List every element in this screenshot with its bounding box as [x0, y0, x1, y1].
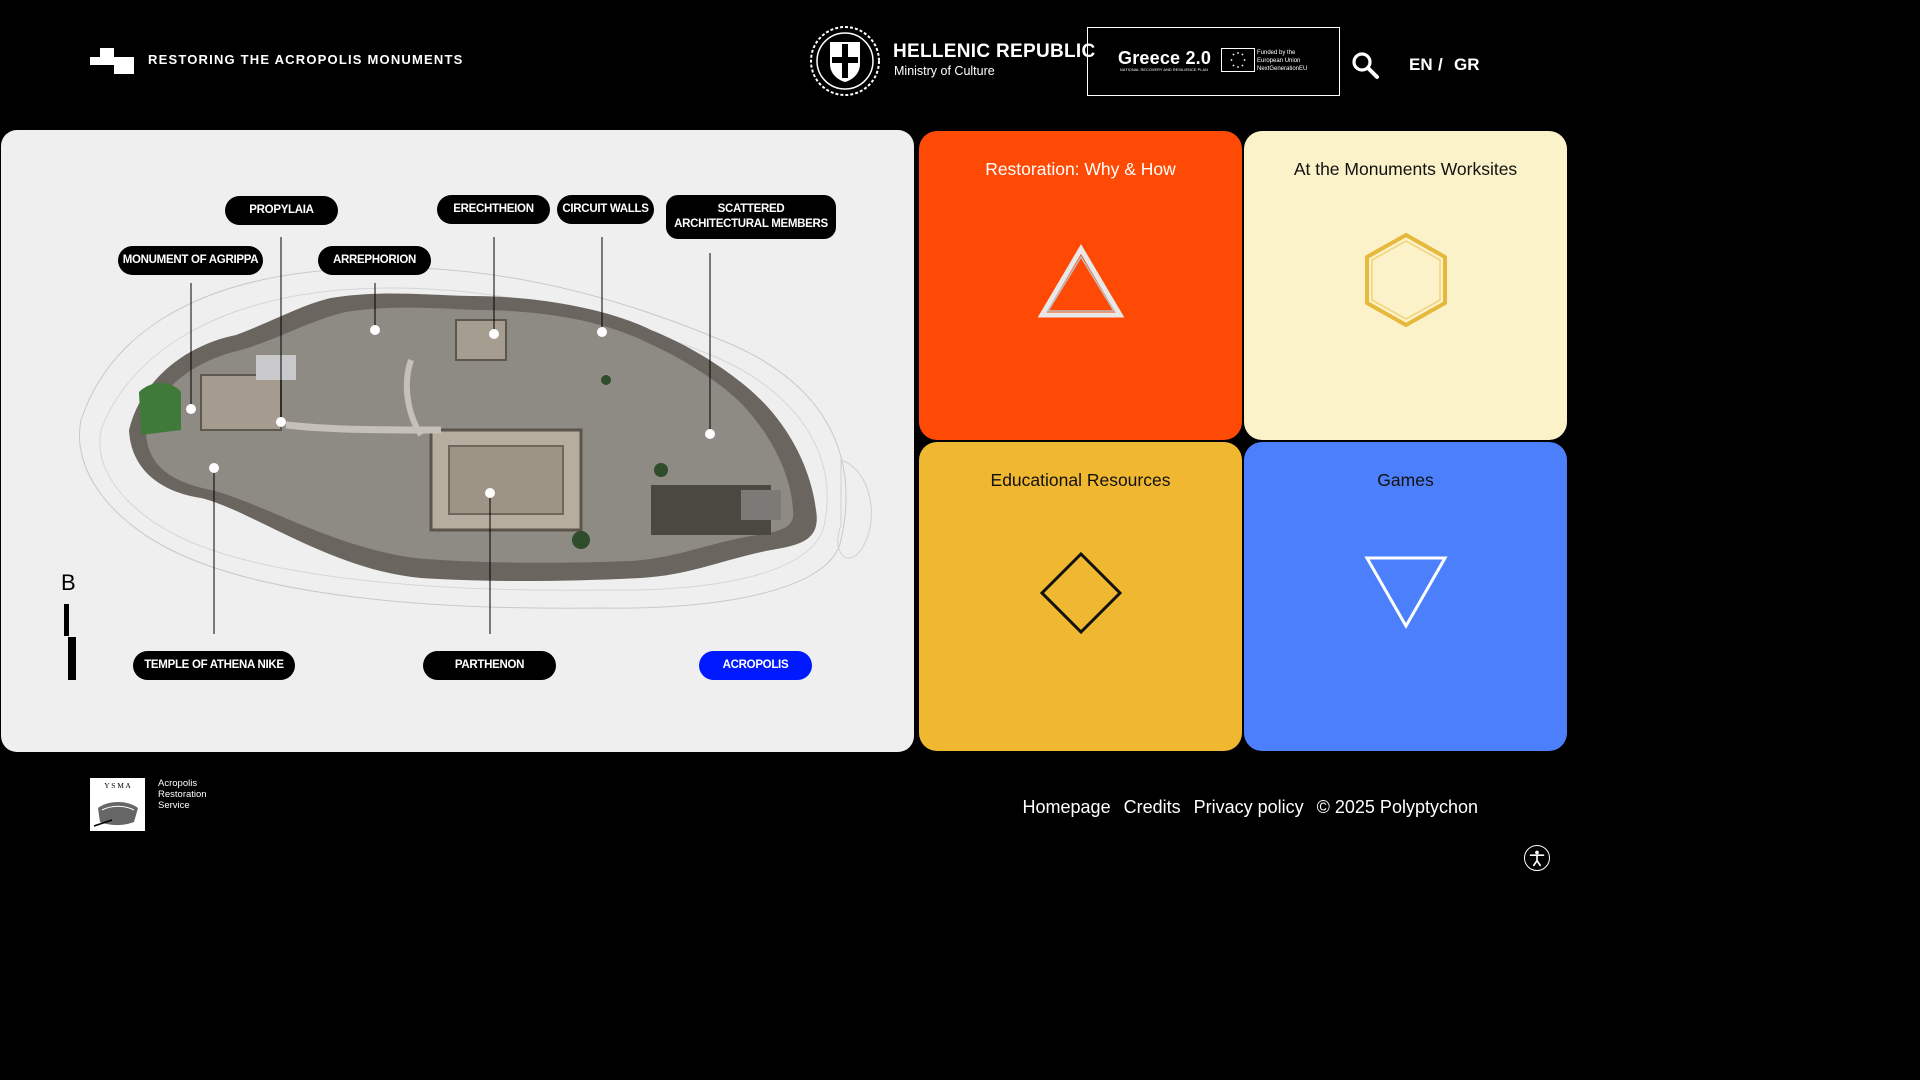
ysma-line-1: Acropolis — [158, 778, 198, 789]
tile-worksites-label: At the Monuments Worksites — [1293, 159, 1518, 179]
ysma-letters: Y S M A — [104, 781, 131, 790]
eu-line-3: NextGenerationEU — [1257, 66, 1308, 72]
triangle-up-icon — [1038, 244, 1124, 318]
tile-educational-resources[interactable]: Educational Resources — [919, 442, 1242, 751]
accessibility-icon[interactable] — [1524, 845, 1550, 871]
ysma-line-3: Service — [158, 800, 190, 811]
hotspot-circuit-walls — [597, 327, 607, 337]
ministry-title: HELLENIC REPUBLIC — [893, 41, 1096, 62]
footer-link-credits[interactable]: Credits — [1124, 797, 1181, 818]
footer-copyright[interactable]: © 2025 Polyptychon — [1317, 797, 1478, 818]
label-scattered-line-1: SCATTERED — [717, 203, 785, 215]
label-acropolis-active[interactable]: ACROPOLIS — [699, 651, 812, 680]
tile-worksites[interactable]: At the Monuments Worksites — [1244, 131, 1567, 440]
label-scattered-line-2: ARCHITECTURAL MEMBERS — [674, 218, 828, 230]
label-scattered-architectural-members[interactable]: SCATTERED ARCHITECTURAL MEMBERS — [666, 195, 836, 239]
hotspot-arrephorion — [370, 325, 380, 335]
tile-restoration-label: Restoration: Why & How — [985, 159, 1176, 179]
footer-link-privacy-policy[interactable]: Privacy policy — [1194, 797, 1304, 818]
label-temple-of-athena-nike[interactable]: TEMPLE OF ATHENA NIKE — [133, 651, 295, 680]
eu-flag-icon — [1221, 48, 1255, 72]
tile-games-label: Games — [1377, 470, 1434, 490]
hexagon-icon — [1365, 232, 1447, 327]
greece20-badge[interactable]: Greece 2.0 NATIONAL RECOVERY AND RESILIE… — [1087, 27, 1340, 96]
compass-letter: B — [61, 570, 76, 595]
tile-games[interactable]: Games — [1244, 442, 1567, 751]
search-icon[interactable] — [1350, 50, 1380, 80]
label-monument-of-agrippa[interactable]: MONUMENT OF AGRIPPA — [118, 246, 263, 275]
language-separator: / — [1438, 55, 1443, 74]
footer-links: Homepage Credits Privacy policy © 2025 P… — [1023, 797, 1478, 818]
hotspot-parthenon — [485, 488, 495, 498]
ysma-line-2: Restoration — [158, 789, 207, 800]
hotspot-temple-of-athena-nike — [209, 463, 219, 473]
tile-restoration[interactable]: Restoration: Why & How — [919, 131, 1242, 440]
label-propylaia[interactable]: PROPYLAIA — [225, 196, 338, 225]
label-circuit-walls[interactable]: CIRCUIT WALLS — [557, 195, 654, 224]
diamond-icon — [1039, 551, 1123, 635]
hotspot-propylaia — [276, 417, 286, 427]
scale-bar-upper — [64, 604, 69, 636]
eu-line-1: Funded by the — [1257, 50, 1296, 56]
language-gr-link[interactable]: GR — [1454, 55, 1480, 75]
site-logo-icon[interactable] — [90, 48, 134, 74]
ysma-name: Acropolis Restoration Service — [158, 778, 207, 811]
scale-bar-lower — [68, 637, 76, 680]
hellenic-emblem-icon — [810, 26, 880, 96]
acropolis-map-panel: PROPYLAIA ERECHTHEION CIRCUIT WALLS SCAT… — [1, 130, 914, 752]
triangle-down-icon — [1364, 556, 1448, 630]
ysma-logo-icon[interactable]: Y S M A — [90, 778, 145, 831]
eu-funding-text: Funded by the European Union NextGenerat… — [1257, 49, 1307, 73]
label-parthenon[interactable]: PARTHENON — [423, 651, 556, 680]
language-en-link[interactable]: EN — [1409, 55, 1433, 75]
label-arrephorion[interactable]: ARREPHORION — [318, 246, 431, 275]
hotspot-erechtheion — [489, 329, 499, 339]
erechtheion-structure — [455, 319, 507, 361]
footer-link-homepage[interactable]: Homepage — [1023, 797, 1111, 818]
ministry-subtitle: Ministry of Culture — [894, 64, 995, 78]
greece20-subtitle: NATIONAL RECOVERY AND RESILIENCE PLAN — [1120, 68, 1208, 72]
eu-line-2: European Union — [1257, 58, 1301, 64]
propylaia-structure — [200, 374, 282, 431]
hotspot-monument-of-agrippa — [186, 404, 196, 414]
tile-educational-label: Educational Resources — [990, 470, 1171, 490]
label-erechtheion[interactable]: ERECHTHEION — [437, 195, 550, 224]
site-title[interactable]: RESTORING THE ACROPOLIS MONUMENTS — [148, 52, 464, 67]
greece20-title: Greece 2.0 — [1118, 48, 1212, 68]
hotspot-scattered-members — [705, 429, 715, 439]
